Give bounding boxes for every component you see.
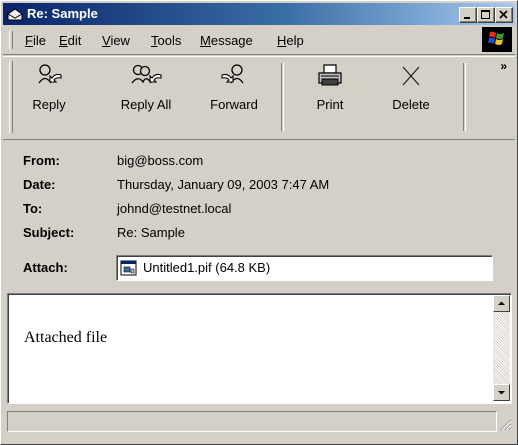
subject-label: Subject: [23,225,75,240]
menu-help[interactable]: Help [277,33,304,49]
toolbar-more-chevron[interactable]: » [500,59,507,73]
reply-all-label: Reply All [120,97,172,112]
toolbar-separator [281,63,284,131]
status-bar [4,409,514,433]
arrow-down-icon [498,391,505,395]
forward-label: Forward [210,97,258,112]
status-panel [7,411,497,432]
close-button[interactable] [495,7,513,23]
to-value: johnd@testnet.local [117,201,232,216]
maximize-icon [481,10,490,19]
delete-x-icon [402,66,420,86]
toolbar-grip[interactable] [9,61,13,133]
arrow-up-icon [498,301,505,305]
pif-file-icon [120,260,137,276]
close-icon [499,10,508,19]
message-window: Re: Sample File Edit View Tools Message … [0,0,518,445]
toolbar: Reply Reply All Forward Print Delete » [3,56,515,140]
printer-icon [318,64,342,86]
minimize-button[interactable] [459,7,477,23]
reply-icon [38,64,62,84]
delete-button[interactable]: Delete [385,61,437,133]
date-label: Date: [23,177,56,192]
windows-logo-icon [482,27,512,52]
print-label: Print [316,97,344,112]
scroll-up-button[interactable] [493,295,510,312]
attach-label: Attach: [23,260,68,275]
attachment-name[interactable]: Untitled1.pif (64.8 KB) [143,260,270,275]
menu-message[interactable]: Message [200,33,253,49]
menu-bar: File Edit View Tools Message Help [3,27,515,55]
print-button[interactable]: Print [305,61,355,133]
from-label: From: [23,153,60,168]
maximize-button[interactable] [477,7,495,23]
from-value: big@boss.com [117,153,204,168]
forward-button[interactable]: Forward [201,61,267,133]
toolbar-separator [463,63,466,131]
message-text: Attached file [24,329,108,346]
menu-edit[interactable]: Edit [59,33,81,49]
reply-all-button[interactable]: Reply All [109,61,183,133]
reply-label: Reply [32,97,66,112]
menu-grip[interactable] [9,31,13,49]
message-body[interactable]: Attached file [7,293,512,404]
resize-grip-icon[interactable] [500,419,512,431]
to-label: To: [23,201,43,216]
subject-value: Re: Sample [117,225,185,240]
window-title: Re: Sample [27,6,98,21]
menu-file[interactable]: File [25,33,46,49]
vertical-scrollbar[interactable] [493,295,510,401]
delete-label: Delete [392,97,430,112]
reply-all-icon [131,64,162,84]
attachment-field[interactable]: Untitled1.pif (64.8 KB) [116,255,493,281]
reply-button[interactable]: Reply [19,61,79,133]
forward-icon [221,64,244,84]
envelope-icon [7,8,23,21]
minimize-icon [464,17,470,19]
menu-view[interactable]: View [102,33,130,49]
menu-tools[interactable]: Tools [151,33,181,49]
scroll-down-button[interactable] [493,384,510,401]
date-value: Thursday, January 09, 2003 7:47 AM [117,177,330,192]
title-bar[interactable]: Re: Sample [3,3,515,25]
